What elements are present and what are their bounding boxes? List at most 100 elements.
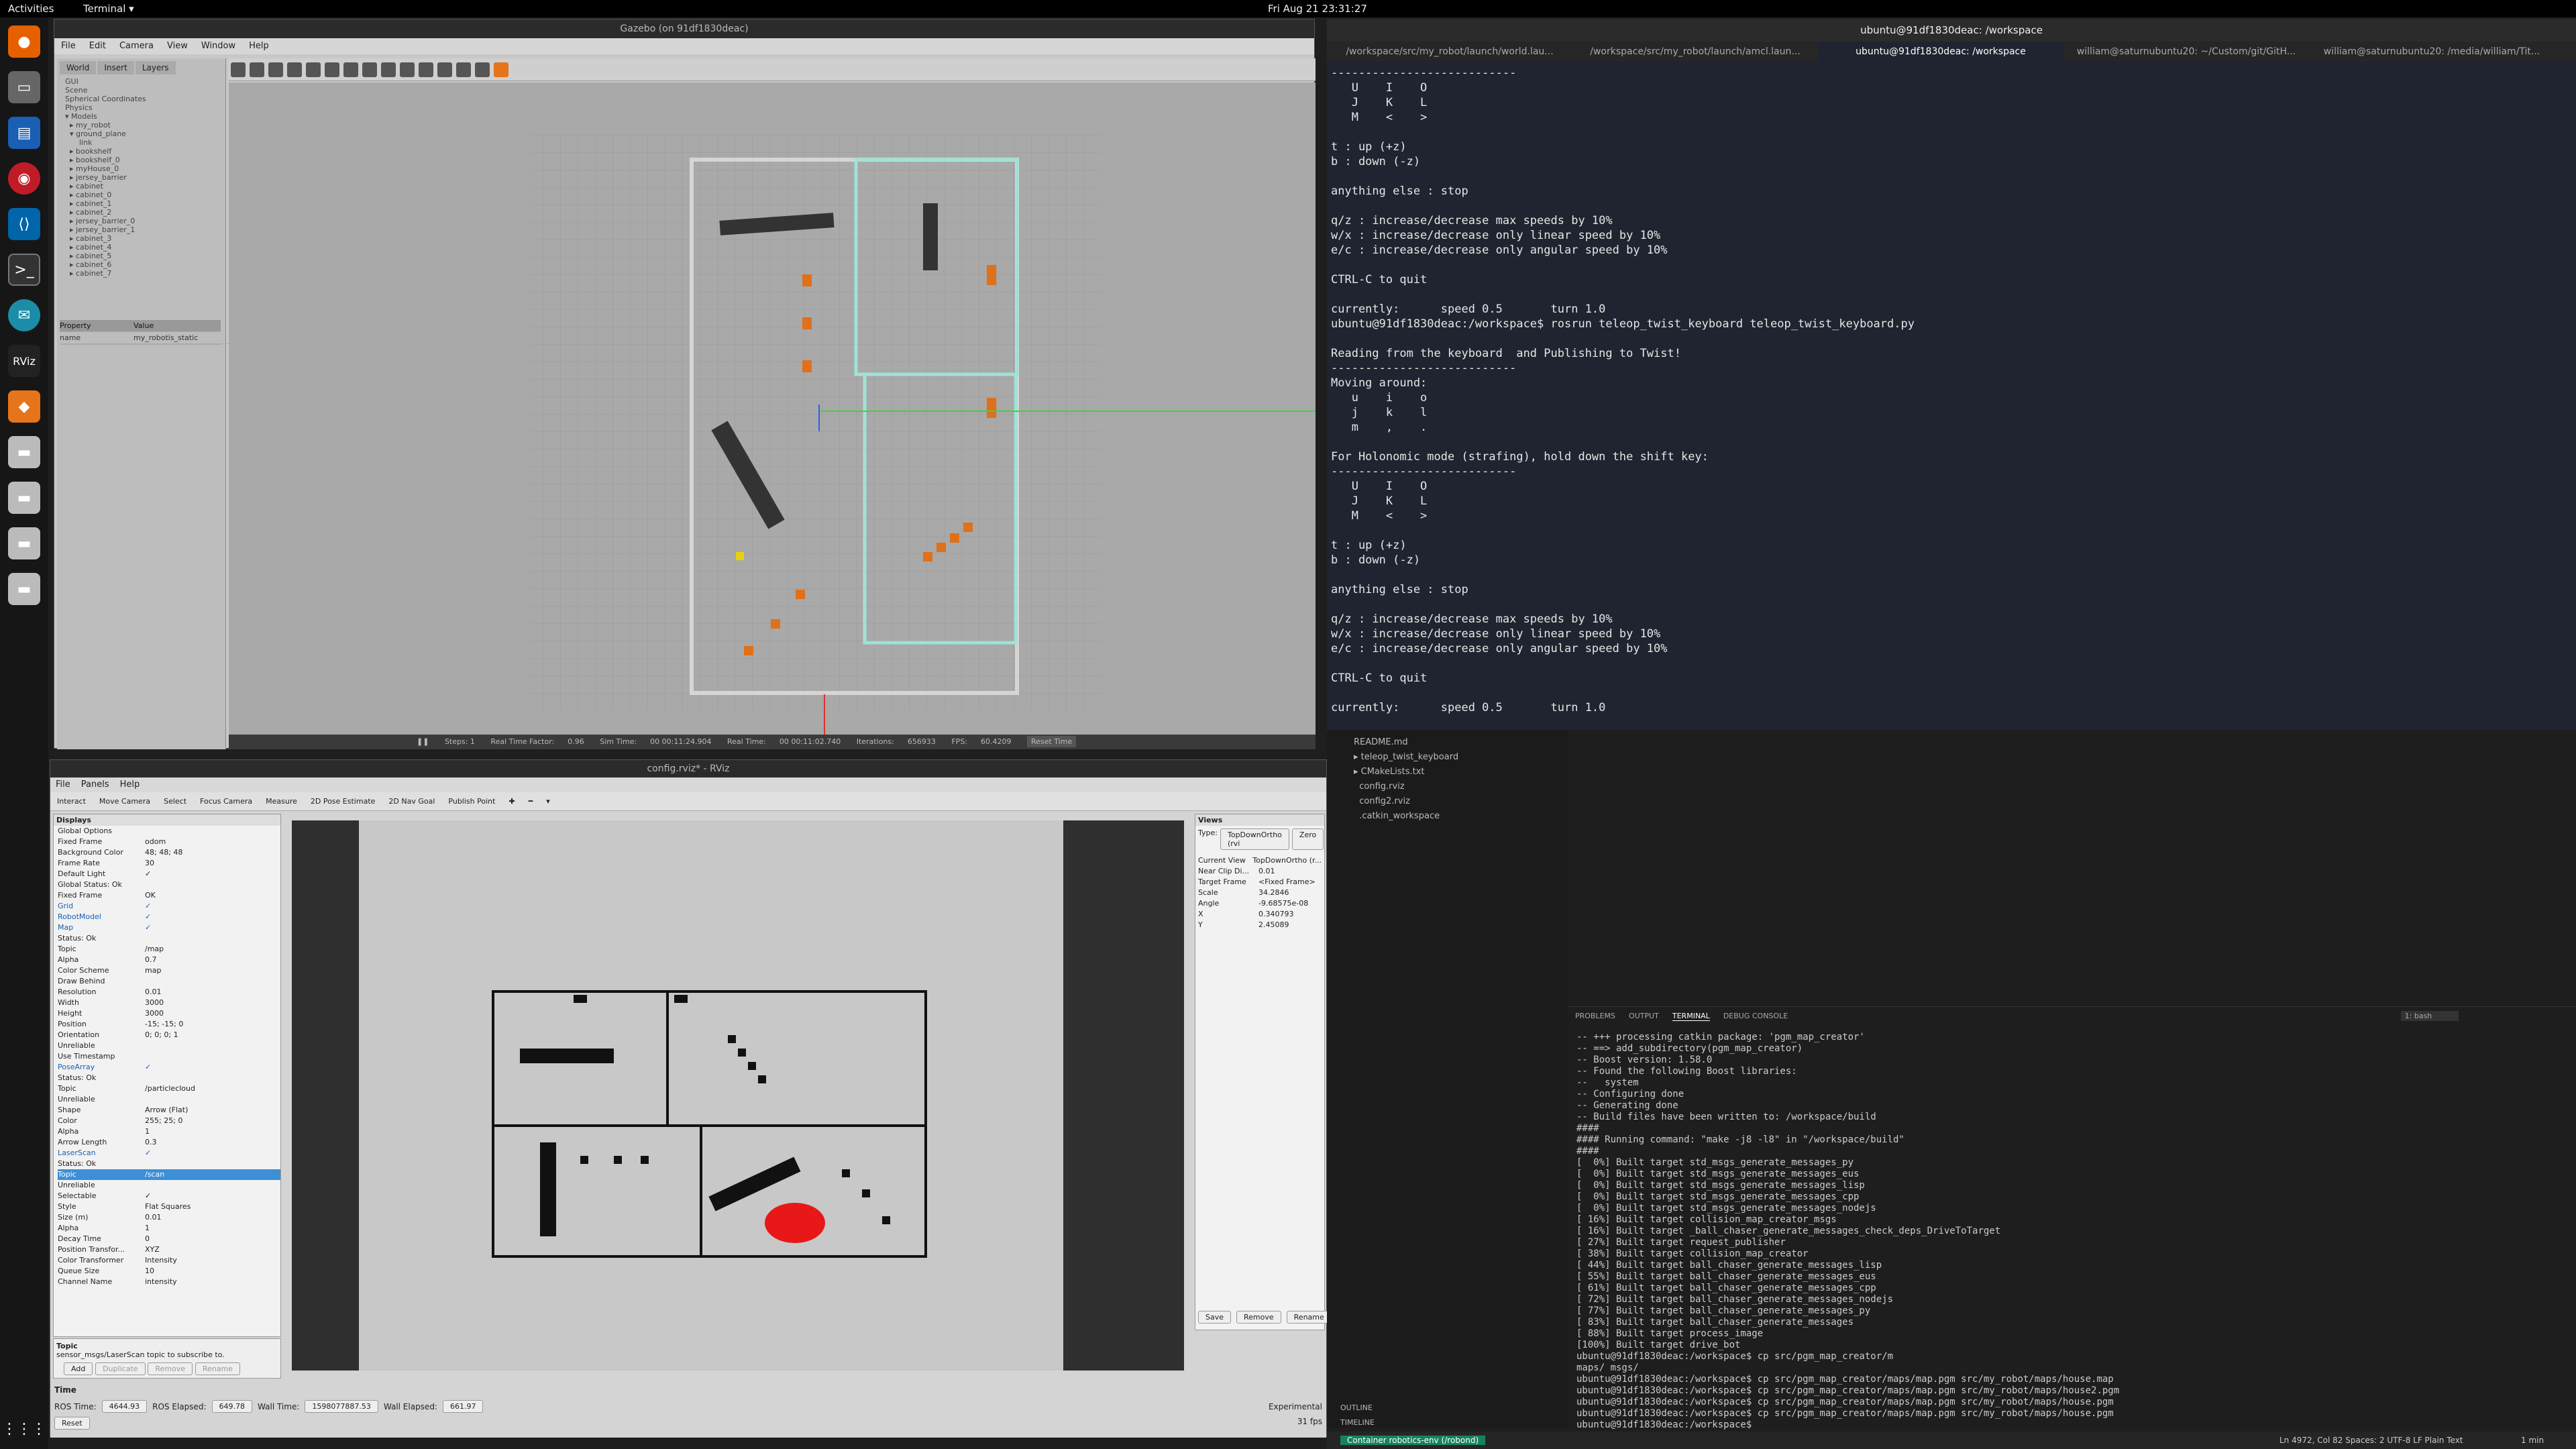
display-row[interactable]: Global Status: Ok (58, 879, 280, 890)
rename-button[interactable]: Rename (195, 1362, 240, 1375)
terminal-tab[interactable]: william@saturnubuntu20: /media/william/T… (2309, 42, 2555, 62)
display-row[interactable]: Unreliable (58, 1094, 280, 1105)
measure-tool[interactable]: Measure (266, 797, 297, 806)
view-row[interactable]: Near Clip Di... 0.01 (1198, 866, 1322, 877)
tree-item[interactable]: ▸ jersey_barrier_1 (65, 225, 217, 234)
bookshelf[interactable] (923, 203, 938, 270)
remove-view-button[interactable]: Remove (1236, 1311, 1281, 1324)
tree-item[interactable]: ▸ bookshelf (65, 147, 217, 156)
tree-item[interactable]: ▸ cabinet (65, 182, 217, 191)
tree-item[interactable]: ▸ jersey_barrier (65, 173, 217, 182)
world-tree[interactable]: GUI Scene Spherical Coordinates Physics ▾ Mo… (65, 77, 217, 278)
display-row[interactable]: Status: Ok (58, 1073, 280, 1083)
chat-icon[interactable]: ✉ (8, 299, 40, 331)
display-row[interactable]: Fixed Frame OK (58, 890, 280, 901)
tree-item[interactable]: ▸ my_robot (65, 121, 217, 129)
display-row[interactable]: Size (m) 0.01 (58, 1212, 280, 1223)
duplicate-button[interactable]: Duplicate (95, 1362, 146, 1375)
menu-help[interactable]: Help (249, 41, 269, 51)
menu-edit[interactable]: Edit (89, 41, 106, 51)
display-row[interactable]: Width 3000 (58, 998, 280, 1008)
firefox-icon[interactable]: ● (8, 25, 40, 58)
explorer-item[interactable]: .catkin_workspace (1354, 809, 1542, 824)
undo-icon[interactable] (306, 62, 321, 77)
terminal-icon[interactable]: >_ (8, 254, 40, 286)
tab-world[interactable]: World (60, 61, 97, 74)
explorer-item[interactable]: config.rviz (1354, 780, 1542, 794)
display-row[interactable]: Position -15; -15; 0 (58, 1019, 280, 1030)
display-row[interactable]: Fixed Frame odom (58, 837, 280, 847)
tree-item[interactable]: ▾ Models (65, 112, 217, 121)
explorer-item[interactable]: ▸ teleop_twist_keyboard (1354, 750, 1542, 765)
tree-item[interactable]: ▸ cabinet_0 (65, 191, 217, 199)
gazebo-icon[interactable]: ◆ (8, 390, 40, 423)
display-row[interactable]: Unreliable (58, 1180, 280, 1191)
nav-goal-tool[interactable]: 2D Nav Goal (388, 797, 435, 806)
tree-item[interactable]: GUI (65, 77, 217, 86)
app-grid-icon[interactable]: ⋮⋮⋮ (2, 1413, 46, 1445)
interact-tool[interactable]: Interact (57, 797, 86, 806)
view-row[interactable]: Target Frame <Fixed Frame> (1198, 877, 1322, 888)
light-icon[interactable] (400, 62, 415, 77)
focus-camera-tool[interactable]: Focus Camera (200, 797, 252, 806)
integrated-terminal[interactable]: -- +++ processing catkin package: 'pgm_m… (1576, 1032, 2119, 1431)
display-row[interactable]: Orientation 0; 0; 0; 1 (58, 1030, 280, 1040)
display-row[interactable]: Decay Time 0 (58, 1234, 280, 1244)
pose-estimate-tool[interactable]: 2D Pose Estimate (311, 797, 376, 806)
activities-button[interactable]: Activities (8, 3, 54, 15)
tree-item[interactable]: ▸ jersey_barrier_0 (65, 217, 217, 225)
tree-item[interactable]: ▸ cabinet_5 (65, 252, 217, 260)
menu-view[interactable]: View (167, 41, 188, 51)
tree-item[interactable]: ▾ ground_plane (65, 129, 217, 138)
display-row[interactable]: Status: Ok (58, 933, 280, 944)
map-view[interactable] (292, 820, 1184, 1371)
tree-item[interactable]: Spherical Coordinates (65, 95, 217, 103)
vscode-icon[interactable]: ⟨⟩ (8, 208, 40, 240)
display-row[interactable]: Default Light ✓ (58, 869, 280, 879)
align-icon[interactable] (456, 62, 471, 77)
plus-icon[interactable]: ✚ (508, 797, 515, 806)
view-row[interactable]: Y 2.45089 (1198, 920, 1322, 930)
view-row[interactable]: Current View TopDownOrtho (r... (1198, 855, 1322, 866)
cylinder-icon[interactable] (381, 62, 396, 77)
menu-file[interactable]: File (56, 780, 70, 790)
rviz-icon[interactable]: RViz (8, 345, 40, 377)
display-row[interactable]: Draw Behind (58, 976, 280, 987)
tab-insert[interactable]: Insert (97, 61, 134, 74)
drive-icon[interactable]: ▬ (8, 527, 40, 559)
clock[interactable]: Fri Aug 21 23:31:27 (1268, 3, 1367, 15)
dropdown-icon[interactable]: ▾ (546, 797, 550, 806)
reset-button[interactable]: Reset (54, 1417, 90, 1430)
tree-item[interactable]: ▸ bookshelf_0 (65, 156, 217, 164)
timeline-section[interactable]: TIMELINE (1340, 1415, 1375, 1430)
display-row[interactable]: Grid ✓ (58, 901, 280, 912)
display-row[interactable]: Use Timestamp (58, 1051, 280, 1062)
app-menu[interactable]: Terminal ▾ (83, 3, 134, 15)
display-row[interactable]: Color Scheme map (58, 965, 280, 976)
display-row[interactable]: Style Flat Squares (58, 1201, 280, 1212)
tree-item[interactable]: link (65, 138, 217, 147)
display-row[interactable]: Status: Ok (58, 1159, 280, 1169)
box-icon[interactable] (343, 62, 358, 77)
rename-view-button[interactable]: Rename (1286, 1311, 1332, 1324)
display-row[interactable]: Resolution 0.01 (58, 987, 280, 998)
view-row[interactable]: X 0.340793 (1198, 909, 1322, 920)
explorer-item[interactable]: config2.rviz (1354, 794, 1542, 809)
tree-item[interactable]: ▸ cabinet_4 (65, 243, 217, 252)
drive-icon[interactable]: ▬ (8, 573, 40, 605)
display-row[interactable]: Alpha 1 (58, 1223, 280, 1234)
drive-icon[interactable]: ▬ (8, 436, 40, 468)
publish-point-tool[interactable]: Publish Point (448, 797, 495, 806)
tree-item[interactable]: ▸ cabinet_6 (65, 260, 217, 269)
explorer-item[interactable]: ▸ CMakeLists.txt (1354, 765, 1542, 780)
display-row[interactable]: PoseArray ✓ (58, 1062, 280, 1073)
tab-layers[interactable]: Layers (135, 61, 176, 74)
shell-select[interactable]: 1: bash (2400, 1011, 2459, 1021)
terminal-tab-active[interactable]: ubuntu@91df1830deac: /workspace (1818, 42, 2063, 62)
select-tool-icon[interactable] (231, 62, 246, 77)
tab-problems[interactable]: PROBLEMS (1575, 1012, 1615, 1020)
display-row[interactable]: Shape Arrow (Flat) (58, 1105, 280, 1116)
tree-item[interactable]: Scene (65, 86, 217, 95)
terminal-output[interactable]: --------------------------- U I O J K L … (1331, 66, 1915, 715)
pause-button[interactable]: ❚❚ (417, 737, 429, 746)
